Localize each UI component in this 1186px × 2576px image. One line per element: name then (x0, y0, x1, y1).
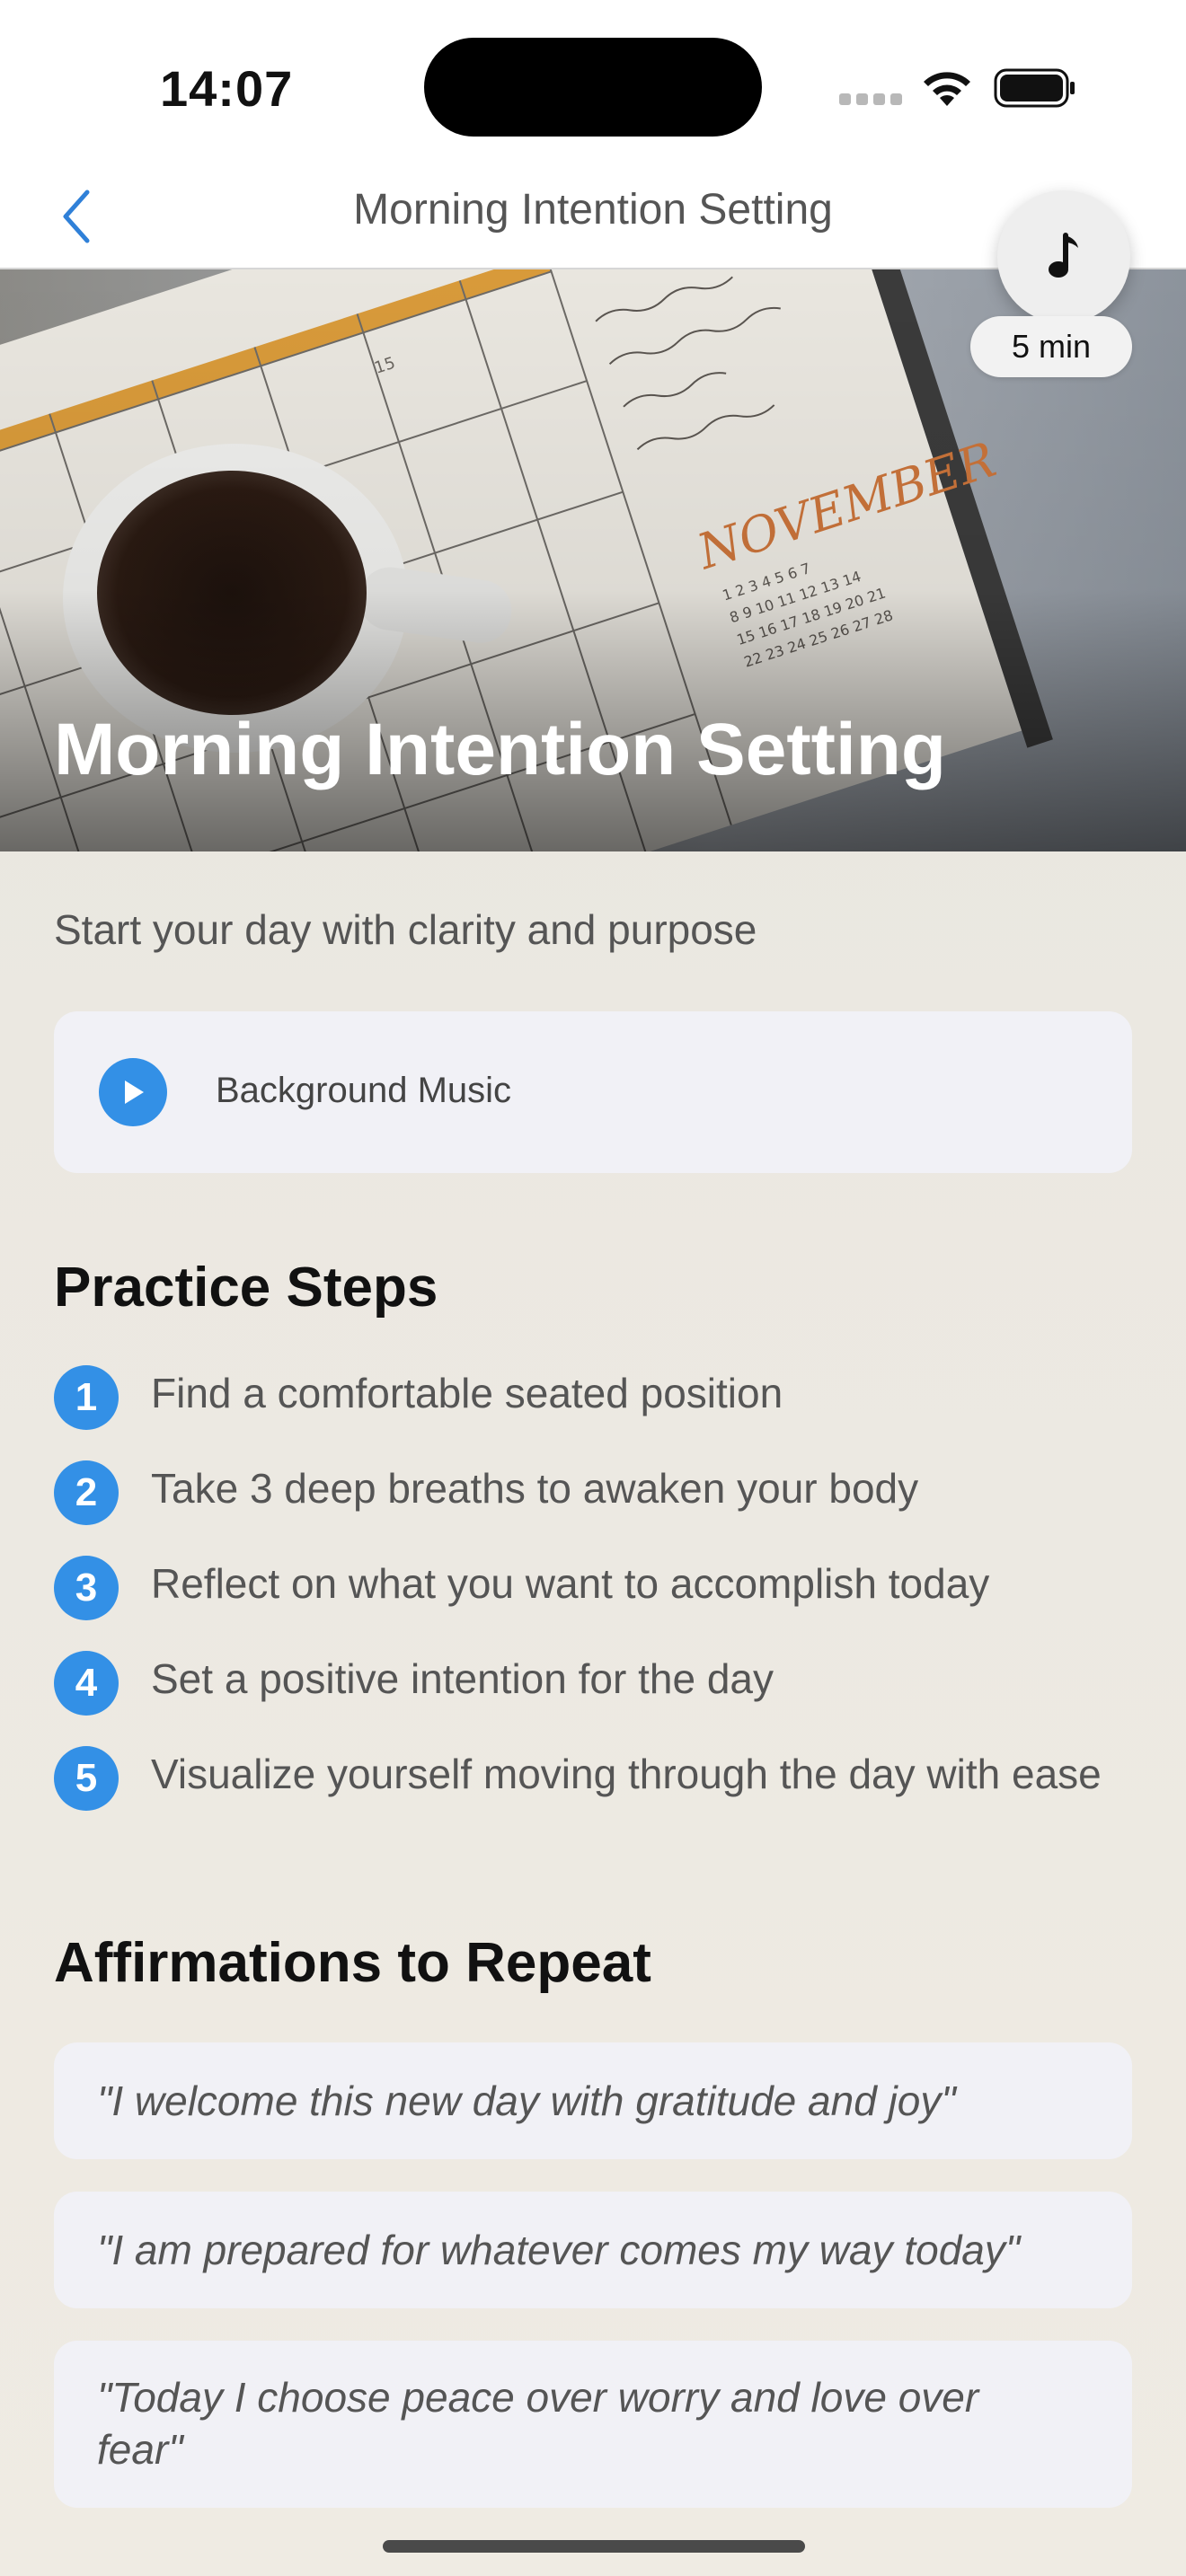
affirmation-text: "I welcome this new day with gratitude a… (97, 2078, 956, 2124)
affirmation-card: "I am prepared for whatever comes my way… (54, 2192, 1132, 2308)
cellular-signal-icon (839, 93, 902, 106)
background-music-label: Background Music (216, 1071, 512, 1110)
music-note-icon (1049, 233, 1078, 278)
step-number-badge: 1 (54, 1365, 119, 1430)
play-icon (125, 1081, 144, 1104)
affirmation-text: "Today I choose peace over worry and lov… (97, 2374, 979, 2473)
wifi-icon (920, 66, 974, 112)
duration-badge: 5 min (970, 316, 1132, 377)
step-number-badge: 5 (54, 1746, 119, 1811)
status-bar: 14:07 (0, 0, 1186, 167)
battery-icon (994, 68, 1076, 112)
step-text: Reflect on what you want to accomplish t… (151, 1560, 990, 1607)
affirmation-text: "I am prepared for whatever comes my way… (97, 2227, 1021, 2273)
step-text: Find a comfortable seated position (151, 1370, 783, 1416)
practice-steps-title: Practice Steps (54, 1257, 438, 1319)
affirmation-card: "I welcome this new day with gratitude a… (54, 2042, 1132, 2159)
affirmation-card: "Today I choose peace over worry and lov… (54, 2341, 1132, 2508)
affirmations-title: Affirmations to Repeat (54, 1932, 651, 1994)
background-music-card[interactable]: Background Music (54, 1011, 1132, 1173)
screen: 14:07 Morning Intention Setting Morning … (0, 0, 1186, 2576)
page-subtitle: Start your day with clarity and purpose (54, 906, 757, 953)
music-toggle-button[interactable] (997, 190, 1130, 323)
status-time: 14:07 (160, 60, 294, 117)
step-number-badge: 4 (54, 1651, 119, 1716)
step-number-badge: 3 (54, 1556, 119, 1620)
hero-title: Morning Intention Setting (54, 709, 946, 790)
play-button[interactable] (99, 1058, 167, 1126)
step-text: Visualize yourself moving through the da… (151, 1751, 1102, 1797)
step-text: Set a positive intention for the day (151, 1655, 774, 1702)
dynamic-island (424, 38, 762, 137)
step-text: Take 3 deep breaths to awaken your body (151, 1465, 919, 1512)
step-number-badge: 2 (54, 1460, 119, 1525)
home-indicator (383, 2540, 805, 2553)
